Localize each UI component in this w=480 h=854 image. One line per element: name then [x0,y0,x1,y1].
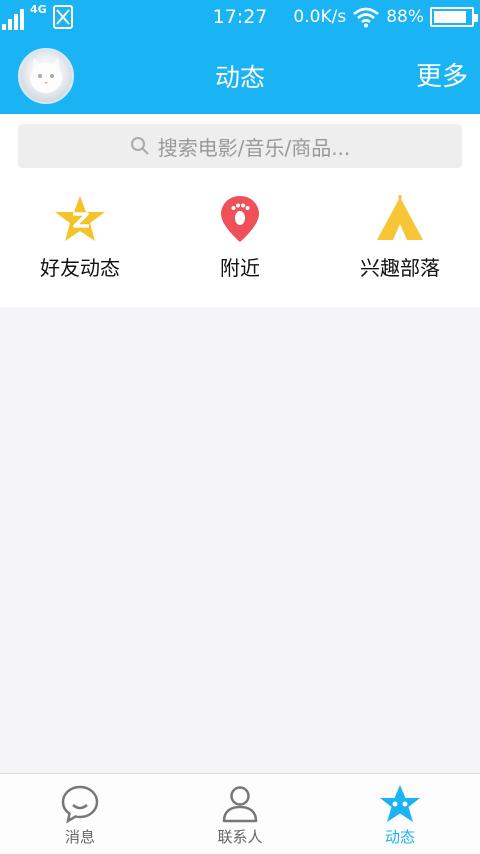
network-speed: 0.0K/s [293,7,347,27]
more-button[interactable]: 更多 [416,56,468,93]
tab-label: 联系人 [217,828,263,846]
tent-icon [377,195,423,240]
top-header: 4G 17:27 0.0K/s 88% 动态 更多 [0,0,480,114]
search-bar[interactable]: 搜索电影/音乐/商品... [18,124,462,168]
location-pin-icon [221,196,259,242]
app-bar: 动态 更多 [0,36,480,114]
search-placeholder: 搜索电影/音乐/商品... [157,135,351,160]
tab-label: 动态 [384,828,415,846]
entry-label: 附近 [220,256,260,280]
entry-grid: 好友动态 附近 兴趣部落 [0,194,480,281]
search-icon [130,137,149,155]
star-icon [380,785,420,822]
tab-messages[interactable]: 消息 [0,774,160,854]
entry-nearby[interactable]: 附近 [160,194,320,281]
qzone-star-icon [55,196,105,241]
entry-interest-tribe[interactable]: 兴趣部落 [320,194,480,281]
battery-icon [430,7,478,27]
feature-panel: 搜索电影/音乐/商品... 好友动态 附近 兴趣部落 [0,114,480,307]
chat-bubble-icon [61,785,99,824]
status-right: 0.0K/s 88% [293,6,478,28]
status-bar: 4G 17:27 0.0K/s 88% [0,0,480,36]
battery-percent: 88% [386,7,424,27]
tab-feed[interactable]: 动态 [320,774,480,854]
tab-label: 消息 [64,828,95,846]
entry-label: 兴趣部落 [360,256,440,280]
entry-label: 好友动态 [40,256,120,280]
entry-friend-feed[interactable]: 好友动态 [0,194,160,281]
tab-contacts[interactable]: 联系人 [160,774,320,854]
wifi-icon [353,7,380,28]
person-icon [222,786,258,823]
page-title: 动态 [214,63,265,92]
bottom-tab-bar: 消息 联系人 动态 [0,773,480,854]
